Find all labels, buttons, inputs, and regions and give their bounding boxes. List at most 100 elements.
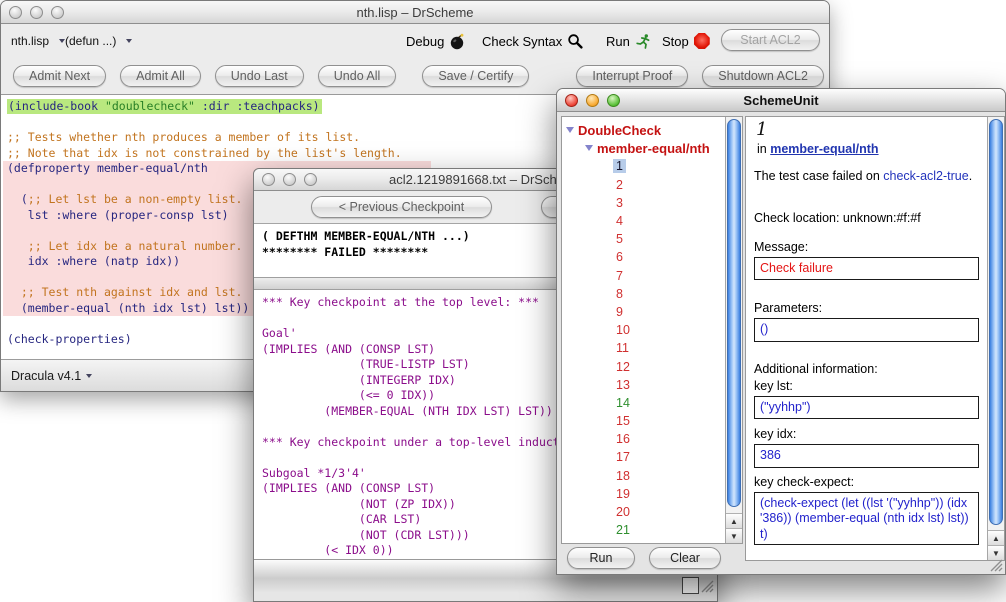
case-number: 1 <box>756 119 979 140</box>
case-number-label: 14 <box>613 396 633 410</box>
case-number-label: 10 <box>613 323 633 337</box>
tree-case-9[interactable]: 9 <box>562 303 725 321</box>
detail-scrollbar[interactable]: ▲ ▼ <box>987 117 1004 560</box>
defun-popup[interactable]: (defun ...) <box>65 30 132 52</box>
tree-case-7[interactable]: 7 <box>562 267 725 285</box>
bomb-icon <box>449 33 466 50</box>
scrollbar-thumb[interactable] <box>989 119 1003 525</box>
tree-case-8[interactable]: 8 <box>562 285 725 303</box>
tree-case-4[interactable]: 4 <box>562 212 725 230</box>
case-number-label: 20 <box>613 505 633 519</box>
stop-sign-icon <box>694 33 710 49</box>
tree-case-14[interactable]: 14 <box>562 394 725 412</box>
tree-case-11[interactable]: 11 <box>562 339 725 357</box>
case-number-label: 7 <box>613 269 626 283</box>
scroll-down-arrow[interactable]: ▼ <box>726 528 742 543</box>
tree-case-12[interactable]: 12 <box>562 357 725 375</box>
scroll-up-arrow[interactable]: ▲ <box>726 513 742 528</box>
tree-case-13[interactable]: 13 <box>562 376 725 394</box>
start-acl2-button[interactable]: Start ACL2 <box>721 29 820 51</box>
tree-case-20[interactable]: 20 <box>562 503 725 521</box>
parameters-field[interactable]: () <box>754 318 979 342</box>
tree-item-doublecheck[interactable]: DoubleCheck <box>562 121 725 139</box>
case-number-label: 21 <box>613 523 633 537</box>
case-number-label: 16 <box>613 432 633 446</box>
case-number-label: 5 <box>613 232 626 246</box>
case-number-label: 4 <box>613 214 626 228</box>
schemeunit-titlebar[interactable]: SchemeUnit <box>557 89 1005 112</box>
case-number-label: 19 <box>613 487 633 501</box>
scroll-up-arrow[interactable]: ▲ <box>988 530 1004 545</box>
test-tree: DoubleCheck member-equal/nth 12345678910… <box>562 117 725 543</box>
tree-case-10[interactable]: 10 <box>562 321 725 339</box>
case-number-label: 3 <box>613 196 626 210</box>
language-popup[interactable]: Dracula v4.1 <box>11 369 92 383</box>
tree-case-5[interactable]: 5 <box>562 230 725 248</box>
filename-popup[interactable]: nth.lisp <box>11 30 65 52</box>
disclosure-triangle-icon[interactable] <box>566 127 574 133</box>
button-undo-all[interactable]: Undo All <box>318 65 397 87</box>
tree-case-3[interactable]: 3 <box>562 194 725 212</box>
case-number-label: 15 <box>613 414 633 428</box>
check-name-ref: check-acl2-true <box>883 169 968 183</box>
key-lst-field[interactable]: ("yyhhp") <box>754 396 979 420</box>
key-check-expect-label: key check-expect: <box>754 475 979 489</box>
tree-case-19[interactable]: 19 <box>562 485 725 503</box>
resize-grip-icon[interactable] <box>700 579 714 593</box>
button-admit-all[interactable]: Admit All <box>120 65 201 87</box>
tree-case-17[interactable]: 17 <box>562 448 725 466</box>
chevron-down-icon <box>126 39 132 43</box>
stop-button[interactable]: Stop <box>662 30 710 52</box>
button-save-certify[interactable]: Save / Certify <box>422 65 529 87</box>
message-field[interactable]: Check failure <box>754 257 979 281</box>
tree-case-1[interactable]: 1 <box>562 157 725 175</box>
key-idx-field[interactable]: 386 <box>754 444 979 468</box>
scrollbar-thumb[interactable] <box>727 119 741 507</box>
tree-case-21[interactable]: 21 <box>562 521 725 539</box>
tree-case-16[interactable]: 16 <box>562 430 725 448</box>
case-number-label: 8 <box>613 287 626 301</box>
schemeunit-window: SchemeUnit DoubleCheck member-equal/nth … <box>556 88 1006 575</box>
parameters-label: Parameters: <box>754 301 979 315</box>
case-number-label: 11 <box>613 341 632 355</box>
disclosure-triangle-icon[interactable] <box>585 145 593 151</box>
button-shutdown-acl2[interactable]: Shutdown ACL2 <box>702 65 824 87</box>
tree-case-6[interactable]: 6 <box>562 248 725 266</box>
additional-info-label: Additional information: <box>754 362 979 376</box>
tree-case-15[interactable]: 15 <box>562 412 725 430</box>
button-undo-last[interactable]: Undo Last <box>215 65 304 87</box>
resize-grip-icon[interactable] <box>989 558 1003 572</box>
message-label: Message: <box>754 240 979 254</box>
case-number-label: 18 <box>613 469 633 483</box>
main-toolbar: nth.lisp (defun ...) Debug Check Syntax … <box>1 24 829 57</box>
case-number-label: 6 <box>613 250 626 264</box>
key-check-expect-field[interactable]: (check-expect (let ((lst '("yyhhp")) (id… <box>754 492 979 545</box>
check-location: Check location: unknown:#f:#f <box>754 211 979 225</box>
run-button[interactable]: Run <box>606 30 651 52</box>
case-group-link[interactable]: member-equal/nth <box>770 142 878 156</box>
run-tests-button[interactable]: Run <box>567 547 635 569</box>
tree-item-member-equal-nth[interactable]: member-equal/nth <box>562 139 725 157</box>
clear-button[interactable]: Clear <box>649 547 721 569</box>
tree-case-18[interactable]: 18 <box>562 467 725 485</box>
case-number-label: 2 <box>613 178 626 192</box>
window-title: SchemeUnit <box>557 93 1005 108</box>
test-detail-content: 1 in member-equal/nth The test case fail… <box>746 117 987 560</box>
magnifier-icon <box>567 33 583 49</box>
previous-checkpoint-button[interactable]: < Previous Checkpoint <box>311 196 492 218</box>
highlighted-expression: (include-book "doublecheck" :dir :teachp… <box>7 99 322 114</box>
drscheme-titlebar[interactable]: nth.lisp – DrScheme <box>1 1 829 24</box>
chevron-down-icon <box>86 374 92 378</box>
test-detail-panel: 1 in member-equal/nth The test case fail… <box>745 116 1005 561</box>
case-origin: in member-equal/nth <box>757 142 979 156</box>
tree-scrollbar[interactable]: ▲ ▼ <box>725 117 742 543</box>
button-interrupt-proof[interactable]: Interrupt Proof <box>576 65 688 87</box>
button-admit-next[interactable]: Admit Next <box>13 65 106 87</box>
tree-case-list: 123456789101112131415161718192021 <box>562 157 725 539</box>
check-syntax-button[interactable]: Check Syntax <box>482 30 583 52</box>
key-idx-label: key idx: <box>754 427 979 441</box>
case-number-label: 17 <box>613 450 633 464</box>
case-number-label: 1 <box>613 159 626 173</box>
tree-case-2[interactable]: 2 <box>562 176 725 194</box>
debug-button[interactable]: Debug <box>406 30 466 52</box>
